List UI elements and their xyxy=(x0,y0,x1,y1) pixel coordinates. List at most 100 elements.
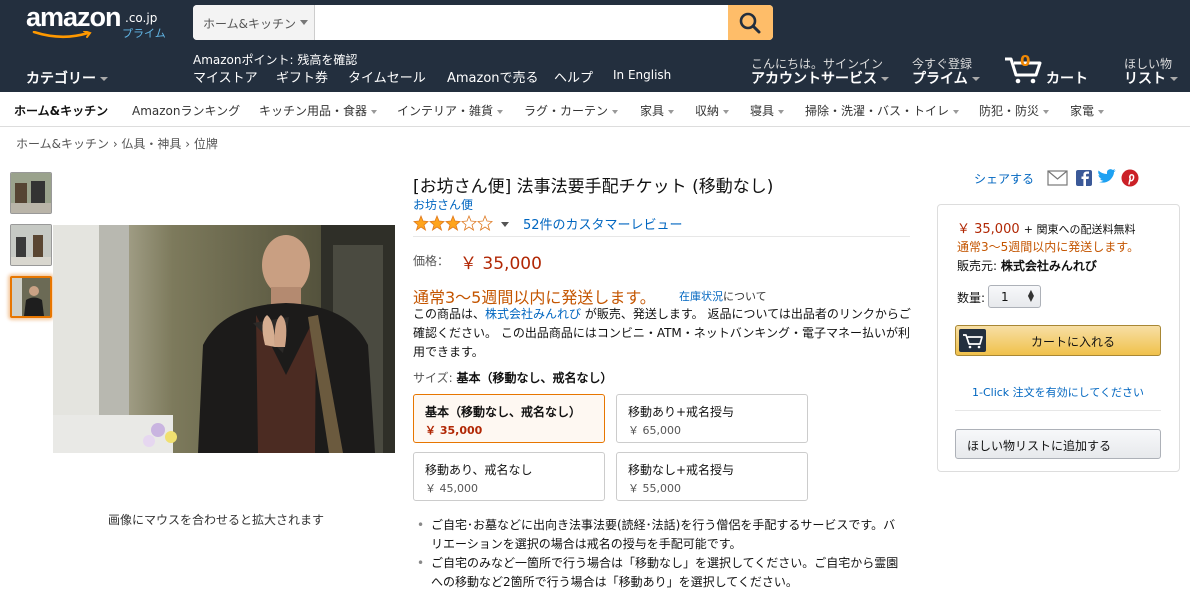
chevron-down-icon xyxy=(1043,109,1050,114)
nav-time-sale[interactable]: タイムセール xyxy=(348,67,426,86)
subnav-home-kitchen[interactable]: ホーム&キッチン xyxy=(14,102,108,119)
breadcrumb[interactable]: ホーム&キッチン › 仏具・神具 › 位牌 xyxy=(16,135,218,152)
product-price: ￥ 35,000 xyxy=(460,254,542,274)
email-icon[interactable] xyxy=(1047,170,1068,186)
seller-description: この商品は、株式会社みんれび が販売、発送します。 返品については出品者のリンク… xyxy=(413,307,911,359)
variation-price: ￥ 55,000 xyxy=(628,482,681,495)
one-click-link[interactable]: 1-Click 注文を有効にしてください xyxy=(955,384,1161,400)
variation-option-4[interactable]: 移動なし+戒名授与 ￥ 55,000 xyxy=(616,452,808,501)
subnav-storage[interactable]: 収納 xyxy=(695,102,730,119)
search-icon xyxy=(739,12,761,34)
stock-link[interactable]: 在庫状況 xyxy=(679,290,723,303)
twitter-icon[interactable] xyxy=(1098,169,1116,183)
variation-option-2[interactable]: 移動あり+戒名授与 ￥ 65,000 xyxy=(616,394,808,443)
thumbnail-2-image xyxy=(11,225,51,265)
logo-suffix: .co.jp xyxy=(125,11,158,25)
quantity-select[interactable]: 1 ▲ ▼ xyxy=(988,285,1041,308)
variation-option-3[interactable]: 移動あり、戒名なし ￥ 45,000 xyxy=(413,452,605,501)
category-label: カテゴリー xyxy=(26,71,96,87)
feature-bullets: ご自宅･お墓などに出向き法事法要(読経･法話)を行う僧侶を手配するサービスです。… xyxy=(417,516,902,592)
subnav-kitchen[interactable]: キッチン用品・食器 xyxy=(259,102,378,119)
facebook-icon[interactable] xyxy=(1076,170,1092,186)
subnav-ranking[interactable]: Amazonランキング xyxy=(132,102,240,119)
size-label: サイズ: xyxy=(413,371,453,385)
subnav-security[interactable]: 防犯・防災 xyxy=(979,102,1050,119)
nav-my-store[interactable]: マイストア xyxy=(193,67,258,86)
main-product-image[interactable] xyxy=(53,225,395,453)
rating-stars-icon[interactable] xyxy=(413,215,495,231)
search-bar: ホーム&キッチン xyxy=(193,5,773,40)
subnav-furniture[interactable]: 家具 xyxy=(640,102,675,119)
category-subnav: ホーム&キッチン Amazonランキング キッチン用品・食器 インテリア・雑貨 … xyxy=(0,92,1190,127)
quantity-label: 数量: xyxy=(957,291,986,305)
buybox-price-line: ￥ 35,000 + 関東への配送料無料 xyxy=(957,218,1135,237)
nav-english[interactable]: In English xyxy=(613,68,671,82)
chevron-down-icon xyxy=(1170,77,1178,81)
subnav-appliances[interactable]: 家電 xyxy=(1070,102,1105,119)
search-category-dropdown[interactable]: ホーム&キッチン xyxy=(193,5,315,40)
prime-label: プライム xyxy=(912,68,980,88)
variation-name: 移動あり+戒名授与 xyxy=(628,405,735,419)
add-to-cart-button[interactable]: カートに入れる xyxy=(955,325,1161,356)
quantity-value: 1 xyxy=(1001,290,1009,304)
chevron-down-icon xyxy=(612,109,619,114)
category-menu[interactable]: カテゴリー xyxy=(26,68,108,88)
nav-sell[interactable]: Amazonで売る xyxy=(447,67,539,86)
stock-info: 在庫状況について xyxy=(679,288,767,304)
price-label: 価格： xyxy=(413,254,450,268)
variation-name: 移動あり、戒名なし xyxy=(425,463,533,477)
nav-help[interactable]: ヘルプ xyxy=(554,67,593,86)
search-input[interactable] xyxy=(317,5,727,40)
site-header: amazon .co.jp プライム ホーム&キッチン Amazonポイント: … xyxy=(0,0,1190,92)
logo-text: amazon xyxy=(26,2,122,32)
reviews-link[interactable]: 52件のカスタマーレビュー xyxy=(523,214,683,233)
thumbnail-2[interactable] xyxy=(10,224,52,266)
variation-price: ￥ 45,000 xyxy=(425,482,478,495)
list-item: ご自宅･お墓などに出向き法事法要(読経･法話)を行う僧侶を手配するサービスです。… xyxy=(417,516,902,554)
share-icons xyxy=(1047,169,1139,187)
thumbnail-3[interactable] xyxy=(10,276,52,318)
thumbnail-3-image xyxy=(12,278,50,316)
variation-price: ￥ 35,000 xyxy=(425,424,483,437)
account-services-label: アカウントサービス xyxy=(751,68,889,88)
divider xyxy=(955,410,1161,411)
chevron-down-icon xyxy=(497,109,504,114)
seller-link[interactable]: 株式会社みんれび xyxy=(485,307,581,321)
thumbnail-1[interactable] xyxy=(10,172,52,214)
chevron-down-icon xyxy=(371,109,378,114)
chevron-down-icon xyxy=(971,77,980,81)
zoom-hint: 画像にマウスを合わせると拡大されます xyxy=(108,513,325,527)
list-item: ご自宅のみなど一箇所で行う場合は「移動なし」を選択してください。ご自宅から霊園へ… xyxy=(417,554,902,592)
variation-name: 移動なし+戒名授与 xyxy=(628,463,735,477)
cart-label: カート xyxy=(1046,71,1088,87)
pinterest-icon[interactable] xyxy=(1121,169,1139,187)
size-value: 基本（移動なし、戒名なし） xyxy=(456,371,613,385)
chevron-down-icon xyxy=(723,109,730,114)
nav-gift-card[interactable]: ギフト券 xyxy=(276,67,328,86)
wishlist-label: リスト xyxy=(1124,68,1178,88)
chevron-down-icon xyxy=(100,77,108,81)
subnav-bedding[interactable]: 寝具 xyxy=(750,102,785,119)
monk-praying-image xyxy=(53,225,395,453)
divider xyxy=(413,236,910,237)
subnav-interior[interactable]: インテリア・雑貨 xyxy=(397,102,504,119)
product-title: [お坊さん便] 法事法要手配チケット (移動なし) xyxy=(413,177,774,197)
search-category-label: ホーム&キッチン xyxy=(203,17,296,31)
chevron-down-icon xyxy=(778,109,785,114)
variation-price: ￥ 65,000 xyxy=(628,424,681,437)
chevron-down-icon xyxy=(881,77,889,81)
subnav-cleaning[interactable]: 掃除・洗濯・バス・トイレ xyxy=(805,102,960,119)
add-to-wishlist-button[interactable]: ほしい物リストに追加する xyxy=(955,429,1161,459)
search-button[interactable] xyxy=(728,5,773,40)
brand-link[interactable]: お坊さん便 xyxy=(413,196,473,213)
amazon-logo[interactable]: amazon .co.jp プライム xyxy=(26,2,166,40)
thumbnail-1-image xyxy=(11,173,51,213)
buybox-free-shipping: + 関東への配送料無料 xyxy=(1023,223,1136,236)
stock-suffix: について xyxy=(723,290,767,303)
chevron-down-icon[interactable] xyxy=(501,222,509,227)
select-arrows-icon: ▲ ▼ xyxy=(1027,288,1034,303)
buybox-shipping-time: 通常3～5週間以内に発送します。 xyxy=(957,240,1140,254)
variation-option-1[interactable]: 基本（移動なし、戒名なし） ￥ 35,000 xyxy=(413,394,605,443)
subnav-rug[interactable]: ラグ・カーテン xyxy=(524,102,619,119)
points-link[interactable]: Amazonポイント: 残高を確認 xyxy=(193,51,357,68)
